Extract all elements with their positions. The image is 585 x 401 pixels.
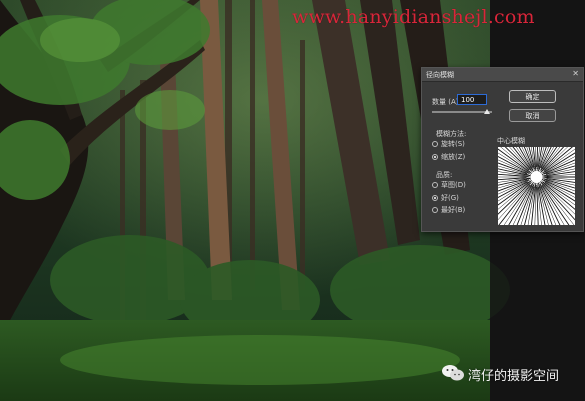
radio-good-label: 好(G) bbox=[441, 194, 459, 202]
radio-spin-label: 旋转(S) bbox=[441, 140, 465, 148]
account-name: 湾仔的摄影空间 bbox=[468, 369, 560, 384]
radio-draft[interactable]: 草图(D) bbox=[432, 180, 466, 190]
amount-slider-track[interactable] bbox=[432, 111, 492, 113]
zoom-burst-graphic bbox=[466, 107, 585, 247]
radial-blur-dialog: 径向模糊 ✕ 数量 (A) 100 确定 取消 模糊方法: 旋转(S) 缩放(Z… bbox=[421, 67, 585, 247]
watermark-url: www.hanyidianshejl.com bbox=[292, 6, 535, 28]
blur-method-label: 模糊方法: bbox=[436, 130, 467, 138]
radio-zoom-indicator[interactable] bbox=[432, 154, 438, 160]
radio-zoom[interactable]: 缩放(Z) bbox=[432, 152, 465, 162]
radio-draft-label: 草图(D) bbox=[441, 181, 466, 189]
radio-best[interactable]: 最好(B) bbox=[432, 205, 465, 215]
blur-center-preview[interactable] bbox=[466, 107, 585, 247]
blur-center-label: 中心模糊 bbox=[497, 137, 525, 145]
ok-button[interactable]: 确定 bbox=[509, 90, 556, 103]
amount-label: 数量 (A) bbox=[432, 98, 459, 106]
radio-draft-indicator[interactable] bbox=[432, 182, 438, 188]
radio-best-label: 最好(B) bbox=[441, 206, 466, 214]
dialog-titlebar[interactable]: 径向模糊 ✕ bbox=[422, 68, 583, 82]
radio-spin[interactable]: 旋转(S) bbox=[432, 139, 465, 149]
close-icon[interactable]: ✕ bbox=[572, 69, 579, 78]
cancel-button[interactable]: 取消 bbox=[509, 109, 556, 122]
radio-good-indicator[interactable] bbox=[432, 195, 438, 201]
radio-best-indicator[interactable] bbox=[432, 207, 438, 213]
amount-slider-thumb[interactable] bbox=[484, 109, 490, 114]
quality-label: 品质: bbox=[436, 171, 453, 179]
wechat-icon bbox=[442, 365, 464, 381]
radio-good[interactable]: 好(G) bbox=[432, 193, 459, 203]
radio-spin-indicator[interactable] bbox=[432, 141, 438, 147]
amount-input[interactable]: 100 bbox=[457, 94, 487, 105]
dialog-title: 径向模糊 bbox=[426, 71, 454, 79]
radio-zoom-label: 缩放(Z) bbox=[441, 153, 466, 161]
